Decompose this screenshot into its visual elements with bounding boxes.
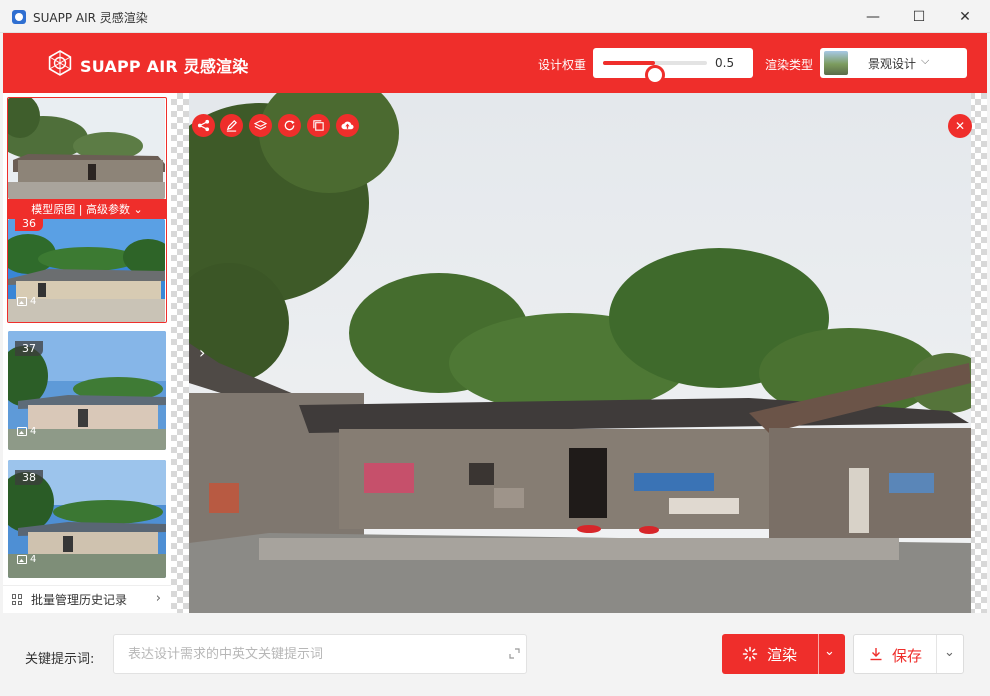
main-render-image[interactable] xyxy=(189,93,971,613)
chevron-right-icon: › xyxy=(155,591,161,606)
regenerate-button[interactable] xyxy=(278,114,301,137)
app-icon xyxy=(12,10,26,24)
selected-history-card[interactable]: 模型原图 | 高级参数 ⌄ xyxy=(7,97,167,323)
history-number-badge: 37 xyxy=(15,341,43,356)
window-titlebar: SUAPP AIR 灵感渲染 — ☐ ✕ xyxy=(0,0,990,33)
share-button[interactable] xyxy=(192,114,215,137)
grid-icon xyxy=(12,594,23,605)
prompt-label: 关键提示词: xyxy=(25,652,95,667)
save-label: 保存 xyxy=(892,647,923,665)
copy-button[interactable] xyxy=(307,114,330,137)
upload-cloud-button[interactable] xyxy=(336,114,359,137)
save-button[interactable]: 保存 ⌄ xyxy=(853,634,964,674)
design-weight-slider-box: 0.5 xyxy=(593,48,753,85)
history-number-badge: 38 xyxy=(15,470,43,485)
batch-manage-label: 批量管理历史记录 xyxy=(31,593,128,607)
slider-fill xyxy=(603,61,655,65)
close-image-button[interactable]: ✕ xyxy=(948,114,972,138)
render-type-label: 渲染类型 xyxy=(765,58,814,72)
layers-button[interactable] xyxy=(249,114,272,137)
slider-thumb[interactable] xyxy=(645,65,665,85)
cloud-upload-icon xyxy=(341,121,354,130)
image-icon xyxy=(17,555,27,564)
render-options-chevron-icon[interactable]: ⌄ xyxy=(824,644,835,659)
minimize-button[interactable]: — xyxy=(850,0,896,33)
image-icon xyxy=(17,297,27,306)
render-label: 渲染 xyxy=(767,646,798,664)
app-header: SUAPP AIR 灵感渲染 设计权重 0.5 渲染类型 景观设计 ⌵ xyxy=(3,33,987,93)
batch-manage-history[interactable]: 批量管理历史记录 › xyxy=(3,585,171,613)
sparkle-icon xyxy=(742,646,758,662)
image-icon xyxy=(17,427,27,436)
image-viewer: ✕ › xyxy=(171,93,987,613)
expand-icon[interactable] xyxy=(509,648,520,659)
download-icon xyxy=(870,648,882,661)
layers-icon xyxy=(254,120,267,130)
history-image-count: 4 xyxy=(17,426,36,437)
design-weight-value: 0.5 xyxy=(715,56,735,70)
history-image-count: 4 xyxy=(17,554,36,565)
close-window-button[interactable]: ✕ xyxy=(942,0,988,33)
window-title: SUAPP AIR 灵感渲染 xyxy=(33,11,148,25)
prompt-input[interactable] xyxy=(113,634,527,674)
refresh-icon xyxy=(284,120,295,131)
edit-button[interactable] xyxy=(220,114,243,137)
history-panel: 模型原图 | 高级参数 ⌄ 36 4 37 4 38 4 批量管理历史记录 › xyxy=(3,93,171,613)
history-number-badge: 36 xyxy=(15,216,43,231)
render-type-select[interactable]: 景观设计 ⌵ xyxy=(820,48,967,78)
next-image-arrow[interactable]: › xyxy=(199,343,205,362)
app-logo-text: SUAPP AIR 灵感渲染 xyxy=(80,57,249,76)
chevron-down-icon: ⌵ xyxy=(921,54,930,67)
history-image-count: 4 xyxy=(17,296,36,307)
image-count-value: 4 xyxy=(30,296,37,307)
share-icon xyxy=(197,119,210,132)
design-weight-label: 设计权重 xyxy=(538,58,587,72)
render-divider xyxy=(818,634,819,674)
close-icon: ✕ xyxy=(954,119,966,133)
image-count-value: 4 xyxy=(30,426,37,437)
render-button[interactable]: 渲染 ⌄ xyxy=(722,634,845,674)
image-count-value: 4 xyxy=(30,554,37,565)
maximize-button[interactable]: ☐ xyxy=(896,0,942,33)
save-options-chevron-icon[interactable]: ⌄ xyxy=(944,645,955,660)
render-type-value: 景观设计 xyxy=(868,57,917,71)
save-divider xyxy=(936,635,937,673)
pencil-icon xyxy=(226,120,237,132)
logo-icon xyxy=(48,50,72,76)
render-type-thumbnail xyxy=(824,51,848,75)
original-model-thumbnail[interactable] xyxy=(8,98,165,199)
copy-icon xyxy=(313,120,324,131)
prompt-bar: 关键提示词: 渲染 ⌄ 保存 ⌄ xyxy=(3,613,987,693)
design-weight-slider[interactable] xyxy=(603,61,707,85)
